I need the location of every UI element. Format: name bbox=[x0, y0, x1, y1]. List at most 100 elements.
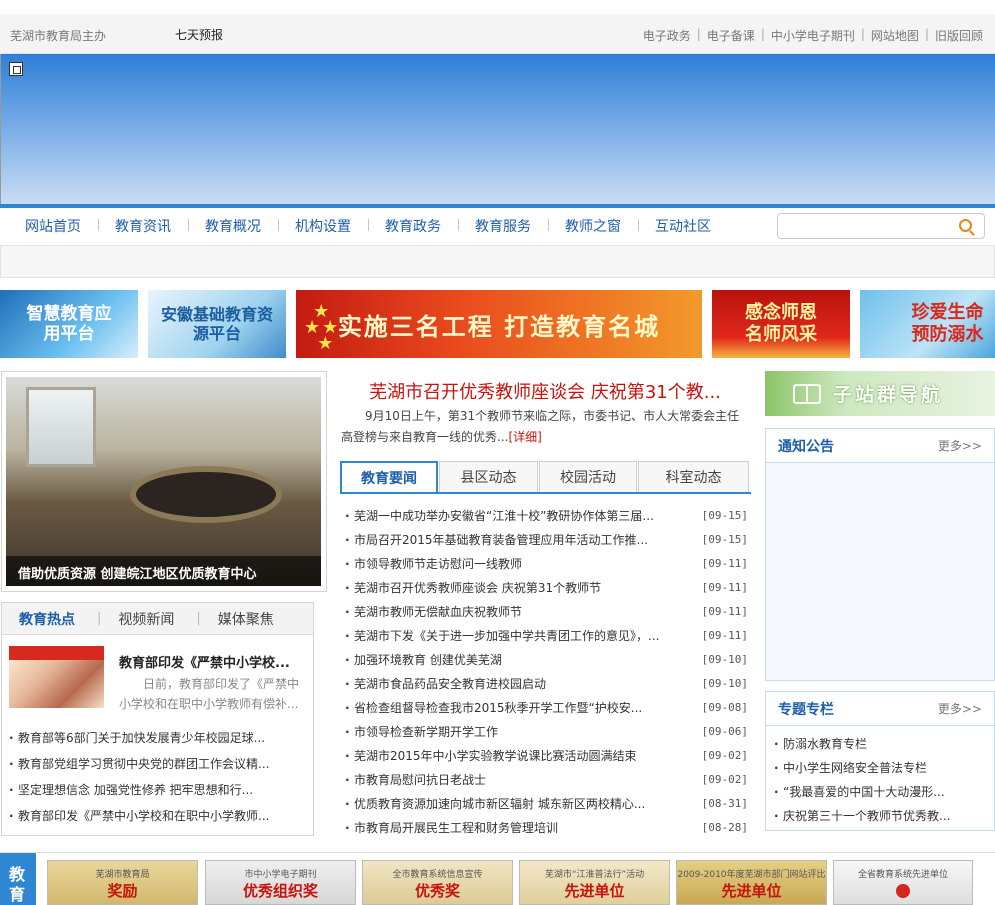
list-item[interactable]: 中小学生网络安全普法专栏 bbox=[773, 756, 989, 780]
honor-certificate[interactable]: 芜湖市教育局 奖励 bbox=[47, 860, 198, 905]
list-item[interactable]: “我最喜爱的中国十大动漫形... bbox=[773, 780, 989, 804]
news-list-item[interactable]: 芜湖市教师无偿献血庆祝教师节 [09-11] bbox=[344, 600, 748, 624]
ad-smart-education[interactable]: 智慧教育应用平台 bbox=[0, 290, 138, 358]
top-link-old-version[interactable]: 旧版回顾 bbox=[935, 27, 983, 44]
news-title[interactable]: 芜湖市教师无偿献血庆祝教师节 bbox=[354, 600, 694, 624]
honor-certificate[interactable]: 市中小学电子期刊 优秀组织奖 bbox=[205, 860, 356, 905]
news-title[interactable]: 市教育局开展民生工程和财务管理培训 bbox=[354, 816, 694, 840]
honor-certificate[interactable]: 芜湖市“江淮普法行”活动 先进单位 bbox=[519, 860, 670, 905]
list-item[interactable]: 教育部等6部门关于加快发展青少年校园足球... bbox=[8, 725, 308, 751]
topic-more-link[interactable]: 更多>> bbox=[938, 700, 982, 717]
news-list-item[interactable]: 市领导教师节走访慰问一线教师 [09-11] bbox=[344, 552, 748, 576]
news-title[interactable]: 市领导教师节走访慰问一线教师 bbox=[354, 552, 694, 576]
news-title[interactable]: 芜湖市食品药品安全教育进校园启动 bbox=[354, 672, 694, 696]
nav-item-community[interactable]: 互动社区 bbox=[638, 216, 728, 236]
tab-county-news[interactable]: 县区动态 bbox=[439, 461, 538, 492]
cert-title: 先进单位 bbox=[564, 882, 625, 900]
search-icon[interactable] bbox=[959, 219, 972, 232]
news-list-item[interactable]: 省检查组督导检查我市2015秋季开学工作暨“护校安... [09-08] bbox=[344, 696, 748, 720]
news-list-item[interactable]: 市教育局慰问抗日老战士 [09-02] bbox=[344, 768, 748, 792]
list-item[interactable]: 坚定理想信念 加强党性修养 把牢思想和行... bbox=[8, 777, 308, 803]
news-list-item[interactable]: 加强环境教育 创建优美芜湖 [09-10] bbox=[344, 648, 748, 672]
list-item[interactable]: 庆祝第三十一个教师节优秀教... bbox=[773, 804, 989, 828]
news-title[interactable]: 芜湖一中成功举办安徽省“江淮十校”教研协作体第三届... bbox=[354, 504, 694, 528]
nav-item-organization[interactable]: 机构设置 bbox=[278, 216, 368, 236]
honor-certificate[interactable]: 2009-2010年度芜湖市部门网站评比先进单位 bbox=[676, 860, 827, 905]
news-title[interactable]: 芜湖市2015年中小学实验教学说课比赛活动圆满结束 bbox=[354, 744, 694, 768]
news-date: [09-06] bbox=[701, 725, 748, 738]
ad-drowning-prevention[interactable]: 珍爱生命预防溺水 bbox=[860, 290, 995, 358]
ad-three-famous-project[interactable]: ★ ★★ ★ 实施三名工程 打造教育名城 bbox=[296, 290, 702, 358]
top-bar: 芜湖市教育局主办 七天预报 电子政务 | 电子备课 | 中小学电子期刊 | 网站… bbox=[0, 14, 995, 54]
tab-campus-activity[interactable]: 校园活动 bbox=[539, 461, 637, 492]
sub-nav-bar bbox=[0, 245, 995, 278]
nav-item-services[interactable]: 教育服务 bbox=[458, 216, 548, 236]
weather-forecast-link[interactable]: 七天预报 bbox=[175, 26, 223, 43]
cert-issuer: 2009-2010年度芜湖市部门网站评比 bbox=[677, 870, 826, 880]
news-list-item[interactable]: 芜湖一中成功举办安徽省“江淮十校”教研协作体第三届... [09-15] bbox=[344, 504, 748, 528]
hot-news-feature-title[interactable]: 教育部印发《严禁中小学校... bbox=[119, 652, 309, 671]
top-link-e-lesson[interactable]: 电子备课 bbox=[707, 27, 755, 44]
list-item[interactable]: 教育部党组学习贯彻中央党的群团工作会议精... bbox=[8, 751, 308, 777]
national-emblem-icon bbox=[896, 884, 910, 898]
tab-office-news[interactable]: 科室动态 bbox=[638, 461, 749, 492]
tab-education-hot[interactable]: 教育热点 bbox=[2, 609, 75, 629]
headline-title[interactable]: 芜湖市召开优秀教师座谈会 庆祝第31个教... bbox=[341, 378, 749, 404]
list-item[interactable]: 防溺水教育专栏 bbox=[773, 732, 989, 756]
nav-item-home[interactable]: 网站首页 bbox=[0, 216, 98, 236]
station-nav-banner[interactable]: 子站群导航 bbox=[765, 371, 995, 416]
nav-item-affairs[interactable]: 教育政务 bbox=[368, 216, 458, 236]
top-link-e-journal[interactable]: 中小学电子期刊 bbox=[771, 27, 855, 44]
news-list-item[interactable]: 优质教育资源加速向城市新区辐射 城东新区两校精心... [08-31] bbox=[344, 792, 748, 816]
hot-news-thumbnail[interactable] bbox=[9, 646, 104, 708]
tab-education-news[interactable]: 教育要闻 bbox=[340, 461, 438, 492]
headline-more-link[interactable]: [详细] bbox=[508, 430, 541, 444]
top-link-e-gov[interactable]: 电子政务 bbox=[643, 27, 691, 44]
news-date: [09-11] bbox=[701, 581, 748, 594]
notice-header: 通知公告 更多>> bbox=[766, 429, 994, 463]
host-text: 芜湖市教育局主办 bbox=[10, 29, 107, 43]
tab-video-news[interactable]: 视频新闻 bbox=[101, 609, 174, 629]
news-list-item[interactable]: 市教育局开展民生工程和财务管理培训 [08-28] bbox=[344, 816, 748, 840]
news-list-item[interactable]: 芜湖市召开优秀教师座谈会 庆祝第31个教师节 [09-11] bbox=[344, 576, 748, 600]
list-item[interactable]: 教育部印发《严禁中小学校和在职中小学教师... bbox=[8, 803, 308, 829]
top-link-sitemap[interactable]: 网站地图 bbox=[871, 27, 919, 44]
news-title[interactable]: 市教育局慰问抗日老战士 bbox=[354, 768, 694, 792]
nav-item-overview[interactable]: 教育概况 bbox=[188, 216, 278, 236]
tab-media-focus[interactable]: 媒体聚焦 bbox=[201, 609, 274, 629]
news-title[interactable]: 市局召开2015年基础教育装备管理应用年活动工作推... bbox=[354, 528, 694, 552]
honor-certificate[interactable]: 全市教育系统信息宣传 优秀奖 bbox=[362, 860, 513, 905]
nav-item-teachers[interactable]: 教师之窗 bbox=[548, 216, 638, 236]
news-date: [09-15] bbox=[701, 533, 748, 546]
news-list-item[interactable]: 芜湖市食品药品安全教育进校园启动 [09-10] bbox=[344, 672, 748, 696]
divider: | bbox=[860, 27, 865, 41]
honor-section-label: 教育 bbox=[0, 853, 36, 905]
ad-anhui-resource[interactable]: 安徽基础教育资源平台 bbox=[148, 290, 286, 358]
bottom-divider bbox=[0, 852, 995, 853]
nav-item-news[interactable]: 教育资讯 bbox=[98, 216, 188, 236]
news-list-item[interactable]: 芜湖市下发《关于进一步加强中学共青团工作的意见》，... [09-11] bbox=[344, 624, 748, 648]
hot-news-tabs: 教育热点 | 视频新闻 | 媒体聚焦 bbox=[2, 603, 313, 635]
honor-certificate[interactable]: 全省教育系统先进单位 bbox=[833, 860, 973, 905]
page-root: 芜湖市教育局主办 七天预报 电子政务 | 电子备课 | 中小学电子期刊 | 网站… bbox=[0, 0, 995, 905]
news-title[interactable]: 省检查组督导检查我市2015秋季开学工作暨“护校安... bbox=[354, 696, 694, 720]
news-date: [09-10] bbox=[701, 677, 748, 690]
notice-more-link[interactable]: 更多>> bbox=[938, 437, 982, 454]
header-banner bbox=[0, 54, 995, 204]
news-list-item[interactable]: 市领导检查新学期开学工作 [09-06] bbox=[344, 720, 748, 744]
news-title[interactable]: 芜湖市下发《关于进一步加强中学共青团工作的意见》，... bbox=[354, 624, 694, 648]
news-list-item[interactable]: 市局召开2015年基础教育装备管理应用年活动工作推... [09-15] bbox=[344, 528, 748, 552]
cert-title: 先进单位 bbox=[721, 882, 782, 900]
cert-title: 优秀奖 bbox=[414, 882, 460, 900]
search-input[interactable] bbox=[777, 213, 985, 239]
news-title[interactable]: 优质教育资源加速向城市新区辐射 城东新区两校精心... bbox=[354, 792, 694, 816]
focus-photo-caption[interactable]: 借助优质资源 创建皖江地区优质教育中心 bbox=[6, 556, 321, 586]
ad-label: 智慧教育应用平台 bbox=[26, 304, 112, 344]
news-list-item[interactable]: 芜湖市2015年中小学实验教学说课比赛活动圆满结束 [09-02] bbox=[344, 744, 748, 768]
news-title[interactable]: 芜湖市召开优秀教师座谈会 庆祝第31个教师节 bbox=[354, 576, 694, 600]
news-title[interactable]: 市领导检查新学期开学工作 bbox=[354, 720, 694, 744]
news-title[interactable]: 加强环境教育 创建优美芜湖 bbox=[354, 648, 694, 672]
ad-teacher-gratitude[interactable]: 感念师恩名师风采 bbox=[712, 290, 850, 358]
focus-photo[interactable]: 借助优质资源 创建皖江地区优质教育中心 bbox=[6, 377, 321, 586]
broken-image-icon bbox=[9, 62, 23, 76]
